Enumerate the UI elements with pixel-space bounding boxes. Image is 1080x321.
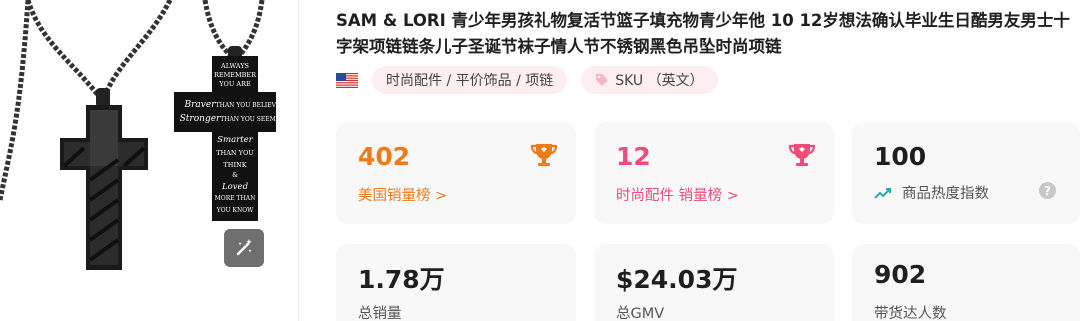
heat-index-label: 商品热度指数 — [902, 186, 989, 202]
gmv-value: $24.03万 — [616, 265, 738, 294]
svg-text:YOU ARE: YOU ARE — [218, 80, 251, 88]
product-image[interactable]: ALWAYS REMEMBER YOU ARE Braver THAN YOU … — [0, 0, 300, 321]
trend-icon — [874, 187, 891, 199]
magic-wand-icon — [236, 239, 252, 256]
svg-text:Braver: Braver — [184, 100, 217, 110]
category-rank-value: 12 — [616, 142, 651, 171]
influencers-value: 902 — [874, 260, 927, 289]
question-icon[interactable]: ? — [1039, 182, 1056, 199]
svg-text:YOU KNOW: YOU KNOW — [216, 207, 254, 214]
svg-text:Stronger: Stronger — [180, 114, 221, 124]
category-tag-label: 时尚配件 / 平价饰品 / 项链 — [386, 73, 554, 89]
heat-index-card: 100 商品热度指数 ? — [852, 122, 1080, 224]
influencers-label: 带货达人数 — [874, 306, 947, 321]
category-rank-link[interactable]: 时尚配件 销量榜 > — [616, 184, 739, 205]
heat-index-value: 100 — [874, 142, 927, 171]
us-rank-card[interactable]: 402 美国销量榜 > — [336, 122, 576, 224]
total-sales-value: 1.78万 — [358, 265, 445, 294]
svg-text:THINK: THINK — [223, 161, 246, 169]
product-title: SAM & LORI 青少年男孩礼物复活节篮子填充物青少年他 10 12岁想法确… — [336, 11, 1070, 56]
us-rank-link[interactable]: 美国销量榜 > — [358, 184, 447, 205]
magic-wand-button[interactable] — [224, 229, 264, 267]
tag-icon — [596, 74, 609, 86]
us-flag-icon — [336, 72, 358, 88]
svg-text:ALWAYS: ALWAYS — [220, 62, 249, 70]
svg-text:THAN YOU BELIEVE: THAN YOU BELIEVE — [216, 102, 281, 109]
gmv-card: $24.03万 总GMV — [594, 244, 834, 321]
gmv-label: 总GMV — [616, 306, 665, 321]
svg-text:THAN YOU: THAN YOU — [216, 149, 254, 157]
svg-text:THAN YOU SEEM: THAN YOU SEEM — [220, 116, 276, 123]
svg-text:MORE THAN: MORE THAN — [215, 195, 256, 202]
sku-tag-label: SKU （英文） — [615, 73, 704, 89]
trophy-icon — [788, 144, 816, 166]
svg-text:Loved: Loved — [221, 182, 249, 192]
svg-text:REMEMBER: REMEMBER — [214, 71, 257, 79]
category-rank-card[interactable]: 12 时尚配件 销量榜 > — [594, 122, 834, 224]
heat-index-row: 商品热度指数 — [874, 182, 989, 203]
trophy-icon — [530, 144, 558, 166]
tag-row: 时尚配件 / 平价饰品 / 项链 SKU （英文） — [336, 66, 718, 94]
svg-text:Smarter: Smarter — [217, 135, 253, 145]
necklace-image: ALWAYS REMEMBER YOU ARE Braver THAN YOU … — [0, 0, 281, 270]
total-sales-card: 1.78万 总销量 — [336, 244, 576, 321]
panel-divider — [298, 0, 299, 321]
influencers-card: 902 带货达人数 — [852, 244, 1080, 321]
svg-text:&: & — [232, 171, 238, 179]
total-sales-label: 总销量 — [358, 306, 402, 321]
product-info: SAM & LORI 青少年男孩礼物复活节篮子填充物青少年他 10 12岁想法确… — [336, 0, 1080, 321]
category-tag[interactable]: 时尚配件 / 平价饰品 / 项链 — [372, 66, 568, 94]
sku-tag[interactable]: SKU （英文） — [581, 66, 718, 94]
us-rank-value: 402 — [358, 142, 411, 171]
